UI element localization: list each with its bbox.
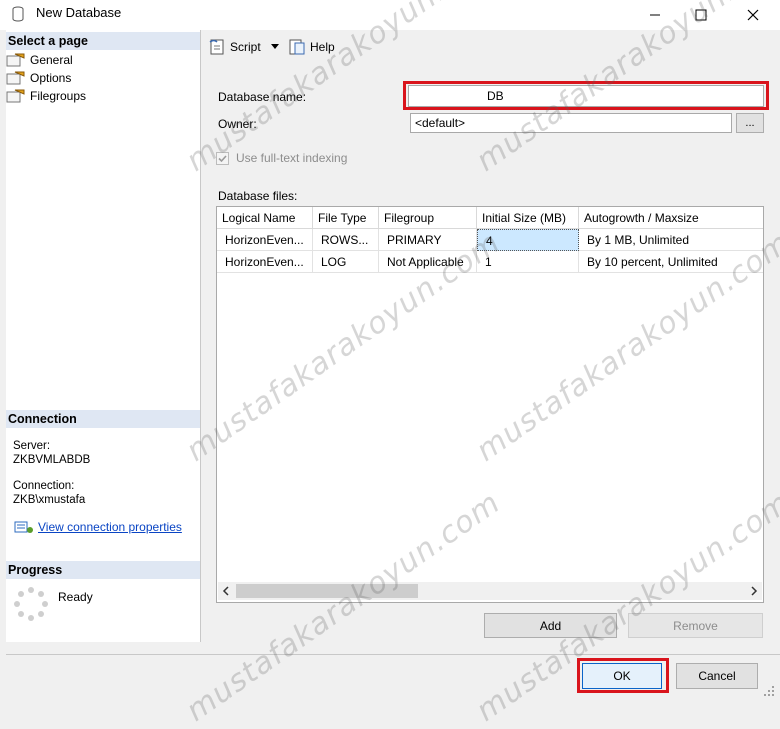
script-button[interactable]: Script [208,38,279,56]
column-header-file-type[interactable]: File Type [313,207,379,229]
help-icon [289,39,305,55]
table-cell[interactable]: ROWS... [313,229,379,251]
browse-owner-button[interactable]: ... [736,113,764,133]
scroll-right-icon[interactable] [750,586,758,596]
maximize-icon [695,9,707,21]
script-icon [209,39,224,55]
table-cell[interactable]: 1 [477,251,579,273]
spinner-icon [14,587,48,621]
database-icon [12,6,24,22]
page-item-options[interactable]: Options [6,69,71,87]
checkbox-checked-icon[interactable] [216,151,229,165]
table-cell[interactable]: PRIMARY [379,229,477,251]
connection-label: Connection: [13,480,75,492]
table-cell[interactable]: LOG [313,251,379,273]
column-header-filegroup[interactable]: Filegroup [379,207,477,229]
chevron-down-icon[interactable] [270,44,279,50]
database-files-grid[interactable]: Logical Name File Type Filegroup Initial… [216,206,764,603]
database-files-label: Database files: [218,189,298,203]
script-label: Script [230,40,261,54]
title-bar: New Database [0,0,780,30]
page-item-label: Filegroups [30,89,87,103]
progress-header: Progress [6,561,200,579]
help-label: Help [310,40,335,54]
left-pane: Select a page General Options Filegroups… [6,30,201,642]
page-item-label: General [30,53,73,67]
connection-header: Connection [6,410,200,428]
page-item-general[interactable]: General [6,51,73,69]
properties-icon [14,521,33,533]
remove-button[interactable]: Remove [628,613,763,638]
view-connection-properties[interactable]: View connection properties [14,520,182,534]
add-button[interactable]: Add [484,613,617,638]
column-header-autogrowth[interactable]: Autogrowth / Maxsize [579,207,763,229]
scroll-left-icon[interactable] [222,586,230,596]
maximize-button[interactable] [678,0,724,30]
highlight-frame [577,658,669,693]
fulltext-label: Use full-text indexing [236,151,348,165]
column-header-logical-name[interactable]: Logical Name [217,207,313,229]
connection-value: ZKB\xmustafa [13,494,86,506]
toolbar: Script Help [200,30,780,65]
initial-size-cell-selected[interactable]: 4 [477,229,579,251]
close-button[interactable] [730,0,776,30]
owner-input[interactable]: <default> [410,113,732,133]
close-icon [747,9,759,21]
horizontal-scrollbar[interactable] [218,582,762,600]
resize-grip-icon[interactable] [762,684,776,698]
column-header-initial-size[interactable]: Initial Size (MB) [477,207,579,229]
page-item-filegroups[interactable]: Filegroups [6,87,86,105]
view-connection-link[interactable]: View connection properties [38,520,182,534]
divider [6,654,780,655]
help-button[interactable]: Help [288,38,335,56]
table-cell[interactable]: Not Applicable [379,251,477,273]
select-page-header: Select a page [6,32,200,50]
wrench-page-icon [6,89,25,103]
minimize-button[interactable] [632,0,678,30]
progress-status: Ready [58,590,93,604]
fulltext-checkbox-row[interactable]: Use full-text indexing [216,151,347,165]
server-value: ZKBVMLABDB [13,454,91,466]
database-name-label: Database name: [218,90,307,104]
owner-label: Owner: [218,117,257,131]
cancel-button[interactable]: Cancel [676,663,758,689]
highlight-frame [403,81,769,110]
table-cell[interactable]: By 1 MB, Unlimited [579,229,763,251]
minimize-icon [650,14,660,16]
window-title: New Database [36,5,122,20]
wrench-page-icon [6,71,25,85]
wrench-page-icon [6,53,25,67]
table-cell[interactable]: HorizonEven... [217,251,313,273]
table-cell[interactable]: HorizonEven... [217,229,313,251]
page-item-label: Options [30,71,72,85]
server-label: Server: [13,440,51,452]
scrollbar-thumb[interactable] [236,584,418,598]
table-cell[interactable]: By 10 percent, Unlimited [579,251,763,273]
